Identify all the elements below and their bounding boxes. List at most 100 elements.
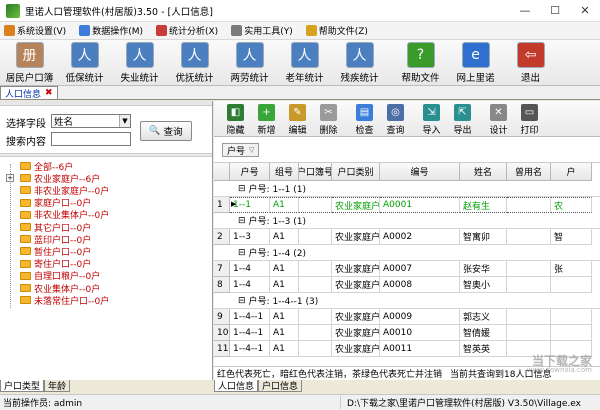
toolbar-button-0[interactable]: 册居民户口簿 bbox=[2, 40, 57, 84]
close-tab-icon[interactable]: ✖ bbox=[45, 88, 53, 98]
tree-item[interactable]: 蓝印户口--0户 bbox=[20, 233, 91, 246]
grid-cell[interactable]: 农业家庭户 bbox=[332, 325, 380, 341]
expand-icon[interactable]: + bbox=[6, 174, 14, 183]
grid-cell[interactable]: 赵有生 bbox=[460, 197, 507, 213]
toolbar-button-6[interactable]: 人残疾统计 bbox=[332, 40, 387, 84]
column-header[interactable]: 户口类别 bbox=[332, 163, 380, 181]
filter-icon[interactable]: ▽ bbox=[249, 146, 254, 154]
toolbar-button-9[interactable]: ⇦ 退出 bbox=[503, 40, 558, 84]
grid-cell[interactable] bbox=[299, 277, 332, 293]
grid-cell[interactable]: A0002 bbox=[380, 229, 460, 245]
grid-toolbar-button-0[interactable]: ◧ 隐藏 bbox=[220, 101, 251, 137]
grid-cell[interactable] bbox=[551, 325, 592, 341]
grid-cell[interactable]: A1 bbox=[270, 277, 299, 293]
tree-item[interactable]: 寄住户口--0户 bbox=[20, 258, 91, 270]
group-row[interactable]: ⊟ 户号: 1--3 (1) bbox=[214, 213, 600, 229]
close-button[interactable]: ✕ bbox=[570, 0, 600, 22]
tab-population-info[interactable]: 人口信息 ✖ bbox=[0, 86, 58, 100]
grid-cell[interactable]: 农 bbox=[551, 197, 592, 213]
grid-cell[interactable]: 农业家庭户 bbox=[332, 197, 380, 213]
grid-toolbar-button-1[interactable]: + 新增 bbox=[251, 101, 282, 137]
toolbar-button-7[interactable]: ? 帮助文件 bbox=[393, 40, 448, 84]
grid-toolbar-button-4[interactable]: ▤ 检查 bbox=[349, 101, 380, 137]
row-number[interactable]: 7 bbox=[214, 261, 230, 277]
grid-cell[interactable] bbox=[299, 341, 332, 357]
grid-cell[interactable]: 智奥小 bbox=[460, 277, 507, 293]
tree-item[interactable]: 暂住户口--0户 bbox=[20, 245, 91, 258]
grid-toolbar-button-9[interactable]: ▭ 打印 bbox=[514, 101, 545, 137]
grid-cell[interactable]: 1--4--1 bbox=[230, 325, 270, 341]
grid-cell[interactable]: A1 bbox=[270, 309, 299, 325]
grid-toolbar-button-2[interactable]: ✎ 编辑 bbox=[282, 101, 313, 137]
grid-cell[interactable]: A1 bbox=[270, 341, 299, 357]
tab-household-type[interactable]: 户口类型 bbox=[0, 380, 45, 392]
tree-item[interactable]: 自理口粮户--0户 bbox=[20, 270, 100, 282]
grid-cell[interactable]: 1--3 bbox=[230, 229, 270, 245]
row-number[interactable]: 8 bbox=[214, 277, 230, 293]
grid-cell[interactable]: 智寓卯 bbox=[460, 229, 507, 245]
tree-item[interactable]: 未落常住户口--0户 bbox=[20, 294, 109, 307]
grid-cell[interactable]: 智英英 bbox=[460, 341, 507, 357]
grid-cell[interactable]: A0010 bbox=[380, 325, 460, 341]
column-header[interactable]: 编号 bbox=[380, 163, 460, 181]
tree-item[interactable]: 农业集体户--0户 bbox=[20, 282, 100, 295]
grid-cell[interactable]: 农业家庭户 bbox=[332, 261, 380, 277]
grid-toolbar-button-5[interactable]: ◎ 查询 bbox=[380, 101, 411, 137]
grid-toolbar-button-7[interactable]: ⇱ 导出 bbox=[447, 101, 478, 137]
tree-item[interactable]: 非农业家庭户--0户 bbox=[20, 184, 109, 197]
grid-cell[interactable] bbox=[299, 309, 332, 325]
menu-item-1[interactable]: 数据操作(M) bbox=[75, 24, 143, 37]
grid-cell[interactable]: A0011 bbox=[380, 341, 460, 357]
toolbar-button-4[interactable]: 人两劳统计 bbox=[222, 40, 277, 84]
collapse-icon[interactable]: ⊟ bbox=[238, 248, 246, 258]
column-header[interactable]: 组号 bbox=[270, 163, 299, 181]
grid-cell[interactable]: 智 bbox=[551, 229, 592, 245]
tab-population-info-bottom[interactable]: 人口信息 bbox=[214, 380, 259, 392]
tree-item[interactable]: 其它户口--0户 bbox=[20, 221, 91, 234]
grid-cell[interactable]: 郭志义 bbox=[460, 309, 507, 325]
column-header[interactable]: 户 bbox=[551, 163, 592, 181]
group-row[interactable]: ⊟ 户号: 1--4 (2) bbox=[214, 245, 600, 261]
grid-cell[interactable] bbox=[299, 197, 332, 213]
grid-cell[interactable]: A0001 bbox=[380, 197, 460, 213]
column-header[interactable]: 姓名 bbox=[460, 163, 507, 181]
grid-cell[interactable] bbox=[299, 325, 332, 341]
tree-item[interactable]: 非农业集体户--0户 bbox=[20, 209, 109, 221]
toolbar-button-3[interactable]: 人优抚统计 bbox=[167, 40, 222, 84]
menu-item-0[interactable]: 系统设置(V) bbox=[0, 24, 66, 37]
grid-cell[interactable]: A0008 bbox=[380, 277, 460, 293]
column-header[interactable]: 曾用名 bbox=[507, 163, 551, 181]
grid-cell[interactable] bbox=[507, 229, 551, 245]
tab-age[interactable]: 年龄 bbox=[44, 380, 71, 392]
search-input[interactable] bbox=[51, 132, 131, 146]
grid-cell[interactable] bbox=[299, 229, 332, 245]
tree-item[interactable]: 家庭户口--0户 bbox=[20, 197, 91, 209]
menu-item-2[interactable]: 统计分析(X) bbox=[152, 24, 218, 37]
minimize-button[interactable]: — bbox=[510, 0, 540, 22]
grid-cell[interactable] bbox=[507, 277, 551, 293]
row-number[interactable]: 9 bbox=[214, 309, 230, 325]
grid-cell[interactable]: 张安华 bbox=[460, 261, 507, 277]
maximize-button[interactable]: ☐ bbox=[540, 0, 570, 22]
chevron-down-icon[interactable]: ▼ bbox=[119, 115, 130, 127]
grid-cell[interactable] bbox=[507, 261, 551, 277]
collapse-icon[interactable]: ⊟ bbox=[238, 216, 246, 226]
tree-item[interactable]: 全部--6户 bbox=[20, 160, 73, 173]
grid-cell[interactable] bbox=[551, 277, 592, 293]
toolbar-button-8[interactable]: e 网上里诺 bbox=[448, 40, 503, 84]
grid-cell[interactable]: 农业家庭户 bbox=[332, 309, 380, 325]
menu-item-4[interactable]: 帮助文件(Z) bbox=[302, 24, 368, 37]
query-button[interactable]: 🔍 查询 bbox=[140, 121, 192, 141]
grid-cell[interactable]: 农业家庭户 bbox=[332, 277, 380, 293]
grid-cell[interactable]: 张 bbox=[551, 261, 592, 277]
column-header[interactable]: 户口簿号 bbox=[299, 163, 332, 181]
grid-cell[interactable] bbox=[507, 325, 551, 341]
grid-cell[interactable]: 1--4--1 bbox=[230, 341, 270, 357]
group-by-chip[interactable]: 户号 ▽ bbox=[222, 143, 260, 157]
menu-item-3[interactable]: 实用工具(Y) bbox=[227, 24, 293, 37]
grid-cell[interactable]: A1 bbox=[270, 197, 299, 213]
grid-cell[interactable] bbox=[299, 261, 332, 277]
grid-cell[interactable] bbox=[507, 197, 551, 213]
collapse-icon[interactable]: ⊟ bbox=[238, 296, 246, 306]
toolbar-button-2[interactable]: 人失业统计 bbox=[112, 40, 167, 84]
